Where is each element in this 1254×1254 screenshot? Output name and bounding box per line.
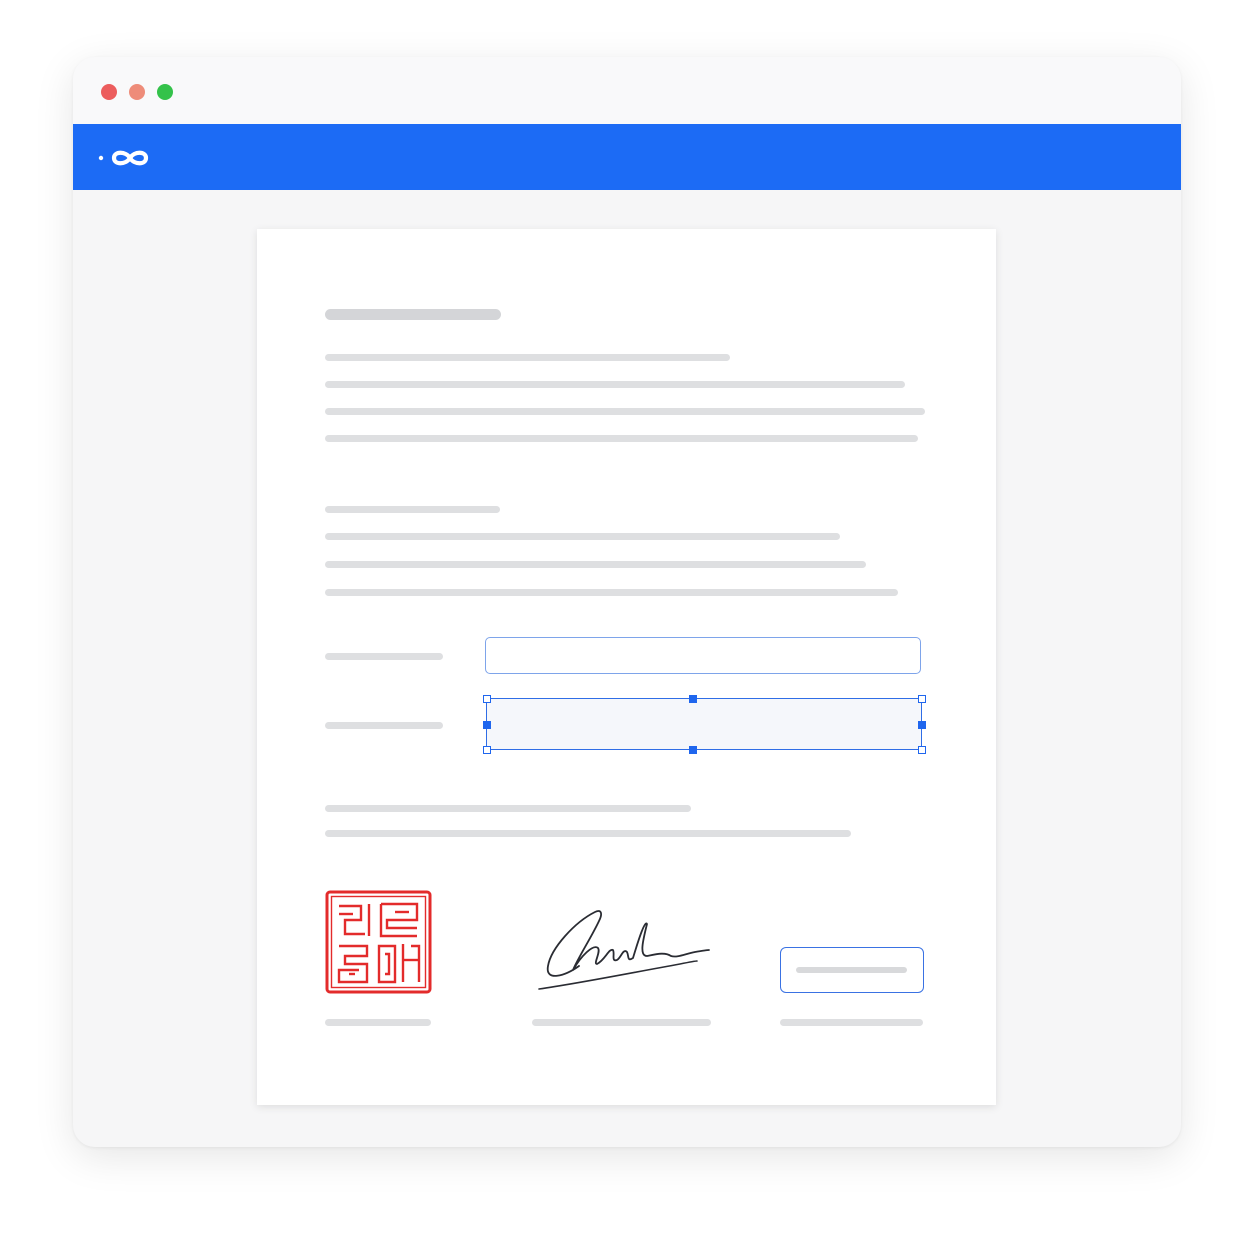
resize-handle-bottom-right[interactable] (918, 746, 926, 754)
section-heading-placeholder (325, 506, 500, 513)
resize-handle-top[interactable] (689, 695, 697, 703)
field-label-placeholder (325, 722, 443, 729)
text-input-field[interactable] (485, 637, 921, 674)
document-page (257, 229, 996, 1105)
app-window (73, 57, 1181, 1147)
resize-handle-top-left[interactable] (483, 695, 491, 703)
window-minimize-button[interactable] (129, 84, 145, 100)
date-caption-placeholder (780, 1019, 923, 1026)
text-line-placeholder (325, 533, 840, 540)
selected-signature-field[interactable] (486, 698, 922, 750)
window-maximize-button[interactable] (157, 84, 173, 100)
document-title-placeholder (325, 309, 501, 320)
text-line-placeholder (325, 408, 925, 415)
text-line-placeholder (325, 561, 866, 568)
text-line-placeholder (325, 830, 851, 837)
infinity-logo-icon[interactable] (97, 143, 155, 173)
text-line-placeholder (325, 805, 691, 812)
text-line-placeholder (325, 589, 898, 596)
date-field[interactable] (780, 947, 924, 993)
resize-handle-bottom-left[interactable] (483, 746, 491, 754)
handwritten-signature-icon (538, 910, 710, 990)
app-header-bar (73, 124, 1181, 190)
text-line-placeholder (325, 354, 730, 361)
window-titlebar (73, 57, 1181, 124)
resize-handle-left[interactable] (483, 721, 491, 729)
resize-handle-right[interactable] (918, 721, 926, 729)
text-line-placeholder (325, 435, 918, 442)
seal-stamp-icon (325, 890, 432, 994)
resize-handle-top-right[interactable] (918, 695, 926, 703)
resize-handle-bottom[interactable] (689, 746, 697, 754)
date-value-placeholder (796, 967, 907, 973)
field-label-placeholder (325, 653, 443, 660)
text-line-placeholder (325, 381, 905, 388)
signature-caption-placeholder (532, 1019, 711, 1026)
seal-caption-placeholder (325, 1019, 431, 1026)
window-close-button[interactable] (101, 84, 117, 100)
